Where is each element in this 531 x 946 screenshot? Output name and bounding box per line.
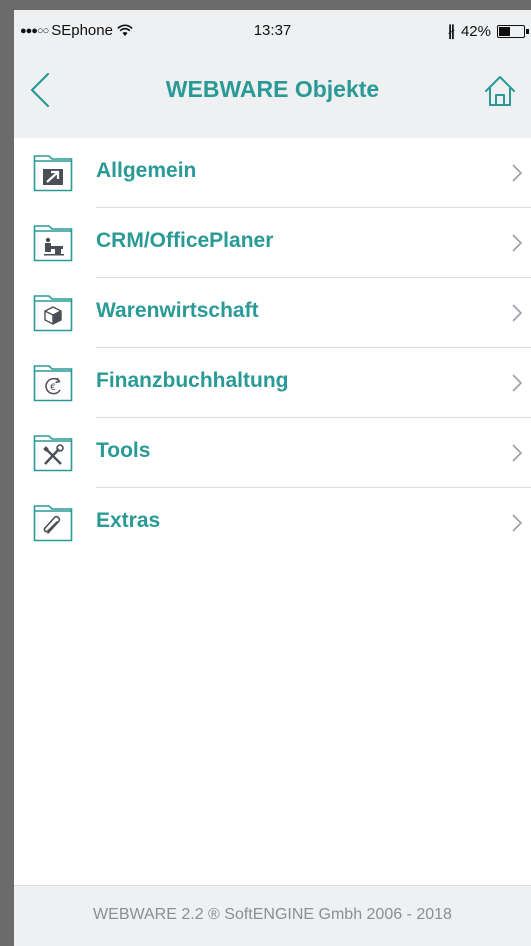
battery-icon bbox=[497, 24, 529, 38]
battery-fill bbox=[499, 26, 510, 36]
list-item-label: Finanzbuchhaltung bbox=[96, 369, 289, 392]
chevron-right-icon bbox=[512, 234, 523, 252]
list-item-label: Extras bbox=[96, 509, 161, 532]
status-right: ∦ 42% bbox=[447, 22, 529, 40]
chevron-right-icon bbox=[512, 374, 523, 392]
battery-percent: 42% bbox=[460, 22, 491, 40]
list-item-crm-officeplaner[interactable]: CRM/OfficePlaner bbox=[14, 208, 531, 278]
chevron-right-icon bbox=[512, 514, 523, 532]
list-item-label: Warenwirtschaft bbox=[96, 299, 259, 322]
list-item-allgemein[interactable]: Allgemein bbox=[14, 138, 531, 208]
list-item-finanzbuchhaltung[interactable]: € Finanzbuchhaltung bbox=[14, 348, 531, 418]
device-frame-top bbox=[0, 0, 531, 10]
folder-arrow-icon bbox=[33, 155, 73, 192]
footer: WEBWARE 2.2 ® SoftENGINE Gmbh 2006 - 201… bbox=[14, 885, 531, 946]
list-item-warenwirtschaft[interactable]: Warenwirtschaft bbox=[14, 278, 531, 348]
list-item-extras[interactable]: Extras bbox=[14, 488, 531, 558]
folder-box-icon bbox=[33, 295, 73, 332]
navigation-bar: WEBWARE Objekte bbox=[14, 48, 531, 138]
svg-text:€: € bbox=[50, 383, 56, 393]
list-item-label: CRM/OfficePlaner bbox=[96, 229, 274, 252]
folder-euro-icon: € bbox=[33, 365, 73, 402]
status-bar: ●●●○○ SEphone 13:37 ∦ 42% bbox=[14, 10, 531, 48]
chevron-right-icon bbox=[512, 164, 523, 182]
screen: ●●●○○ SEphone 13:37 ∦ 42% WEBWARE Objekt… bbox=[14, 10, 531, 946]
battery-body bbox=[497, 24, 525, 38]
device-frame-left bbox=[0, 0, 14, 946]
list-item-label: Allgemein bbox=[96, 159, 197, 182]
folder-desk-icon bbox=[33, 225, 73, 262]
footer-copyright: WEBWARE 2.2 ® SoftENGINE Gmbh 2006 - 201… bbox=[93, 906, 452, 923]
list-item-label: Tools bbox=[96, 439, 151, 462]
page-title: WEBWARE Objekte bbox=[165, 76, 380, 102]
chevron-right-icon bbox=[512, 304, 523, 322]
battery-tip bbox=[526, 28, 529, 34]
chevron-right-icon bbox=[512, 444, 523, 462]
folder-tools-icon bbox=[33, 435, 73, 472]
folder-paperclip-icon bbox=[33, 505, 73, 542]
object-list: Allgemein CRM/OfficePlaner Warenwirtscha… bbox=[14, 138, 531, 558]
home-icon bbox=[485, 76, 515, 106]
home-button[interactable] bbox=[483, 74, 517, 108]
bluetooth-icon: ∦ bbox=[447, 23, 455, 40]
list-item-tools[interactable]: Tools bbox=[14, 418, 531, 488]
